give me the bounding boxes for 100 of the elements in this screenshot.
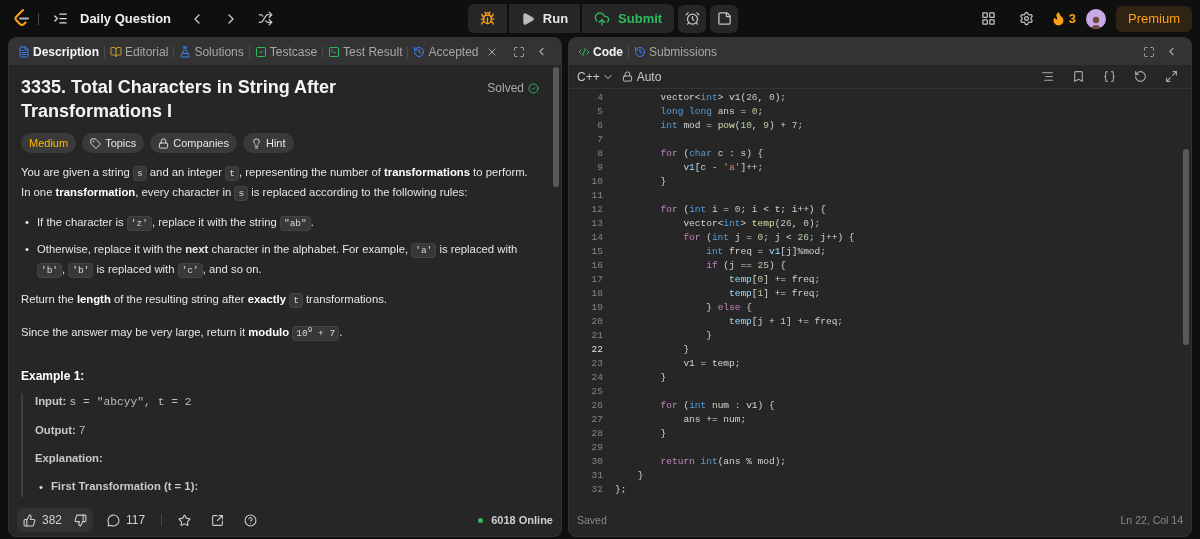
panel-tab[interactable]: Testcase xyxy=(251,40,321,63)
panel-tab[interactable]: Submissions xyxy=(631,40,721,63)
comment-icon xyxy=(107,513,121,527)
code-line: int freq = v1[j]%mod; xyxy=(705,245,826,257)
bullet-marker: • xyxy=(39,480,43,496)
expand-icon xyxy=(1165,70,1178,83)
flame-icon xyxy=(1050,11,1066,26)
streak-counter[interactable]: 3 xyxy=(1050,11,1076,26)
line-number: 13 xyxy=(590,217,603,229)
line-number: 14 xyxy=(590,231,603,243)
line-number: 15 xyxy=(590,245,603,257)
code-line: } xyxy=(682,343,690,355)
paragraph: Return the length of the resulting string after exactly t transformations. xyxy=(21,292,388,310)
history-icon xyxy=(634,45,646,58)
line-number: 4 xyxy=(596,91,603,103)
mode-label: Auto xyxy=(621,69,662,84)
settings-icon xyxy=(1019,11,1035,26)
code-line: vector<int> temp(26, 0); xyxy=(682,217,821,229)
code-line: return int(ans % mod); xyxy=(659,455,787,467)
lightbulb-icon xyxy=(250,137,262,149)
help-icon xyxy=(244,513,258,527)
line-number: 20 xyxy=(590,315,603,327)
code-line: for (int num : v1) { xyxy=(659,399,775,411)
code-line: v1[c - 'a']++; xyxy=(682,161,764,173)
line-number: 5 xyxy=(596,105,603,117)
code-line: } xyxy=(659,371,667,383)
topic-chip[interactable]: Topics xyxy=(82,133,145,153)
run-button[interactable]: Run xyxy=(508,4,581,33)
debug-button[interactable] xyxy=(467,4,507,33)
code-line: temp[j + 1] += freq; xyxy=(728,315,844,327)
panel-tab[interactable]: Solutions xyxy=(176,40,247,63)
code-line: } xyxy=(636,469,644,481)
code-line: temp[1] += freq; xyxy=(728,287,821,299)
shuffle-icon xyxy=(257,11,273,26)
share-icon xyxy=(211,513,225,527)
premium-button[interactable]: Premium xyxy=(1116,5,1192,32)
list-icon xyxy=(53,11,68,26)
check-circle-icon xyxy=(528,82,539,94)
problem-title: 3335. Total Characters in String After Transformations I xyxy=(21,76,338,123)
panel-tab[interactable]: Code xyxy=(575,40,626,63)
code-line: }; xyxy=(615,483,627,495)
paragraph: Since the answer may be very large, return it modulo 10$^{9}$ + 7 . xyxy=(21,324,344,344)
tag-icon xyxy=(90,137,102,149)
history-icon xyxy=(413,45,426,58)
panel-tab[interactable]: Test Result xyxy=(325,40,406,63)
submit-button[interactable]: Submit xyxy=(582,4,675,33)
code-line: long long ans = 0; xyxy=(659,105,764,117)
maximize-icon xyxy=(513,45,525,58)
align-icon xyxy=(1041,70,1054,83)
topic-chip[interactable]: Hint xyxy=(242,133,294,153)
code-line: temp[0] += freq; xyxy=(728,273,821,285)
alarm-clock-icon xyxy=(684,11,700,26)
line-number: 12 xyxy=(590,203,603,215)
code-line: v1 = temp; xyxy=(682,357,741,369)
comments-button[interactable]: 117 xyxy=(101,508,152,532)
topic-chip[interactable]: Companies xyxy=(150,133,237,153)
note-icon xyxy=(716,11,732,26)
code-line: int mod = pow(10, 9) + 7; xyxy=(659,119,804,131)
language-select[interactable]: C++ xyxy=(577,69,614,84)
code-line: } xyxy=(659,175,667,187)
bug-icon xyxy=(479,11,495,26)
panel-tab[interactable]: Accepted xyxy=(410,40,501,63)
line-number: 24 xyxy=(590,371,603,383)
panel-tab[interactable]: Description xyxy=(15,40,102,63)
line-number: 6 xyxy=(596,119,603,131)
document-icon xyxy=(18,45,30,58)
code-line: if (j == 25) { xyxy=(705,259,787,271)
difficulty-tag[interactable]: Medium xyxy=(21,133,77,153)
code-line: ans += num; xyxy=(682,413,747,425)
panel-tab[interactable]: Editorial xyxy=(107,40,172,63)
problem-list-button[interactable]: Daily Question xyxy=(47,4,178,33)
line-number: 21 xyxy=(590,329,603,341)
bullet-marker: • xyxy=(25,242,29,257)
line-number: 29 xyxy=(590,441,603,453)
example-line: Input: s = "abcyy", t = 2 xyxy=(35,394,193,411)
lock-icon xyxy=(621,71,633,82)
code-line: } else { xyxy=(705,301,752,313)
code-line: } xyxy=(705,329,712,341)
line-number: 25 xyxy=(590,385,603,397)
online-dot xyxy=(478,517,484,523)
thumbs-up-icon xyxy=(23,513,36,527)
avatar[interactable] xyxy=(1086,8,1106,29)
line-number: 9 xyxy=(596,161,603,173)
code-line: for (int i = 0; i < t; i++) { xyxy=(659,203,826,215)
maximize-icon xyxy=(1143,45,1155,58)
line-number: 8 xyxy=(596,147,603,159)
notes-button[interactable] xyxy=(710,4,739,33)
logo-icon[interactable] xyxy=(14,9,30,28)
online-count: 6018 Online xyxy=(491,514,553,526)
play-icon xyxy=(520,11,535,26)
line-number: 27 xyxy=(590,413,603,425)
example-line: Explanation: xyxy=(35,451,104,467)
list-item: If the character is 'z' , replace it with the string "ab" . xyxy=(36,215,315,233)
lock-icon xyxy=(158,137,170,149)
list-item: Otherwise, replace it with the next character in the alphabet. For example, 'a' is replaced with 'b' , 'b' is replaced with 'c' , and so on. xyxy=(36,242,519,280)
timer-button[interactable] xyxy=(678,4,707,33)
code-icon xyxy=(578,45,590,58)
line-number: 18 xyxy=(590,287,603,299)
cloud-upload-icon xyxy=(594,10,611,27)
code-line: for (char c : s) { xyxy=(659,147,764,159)
